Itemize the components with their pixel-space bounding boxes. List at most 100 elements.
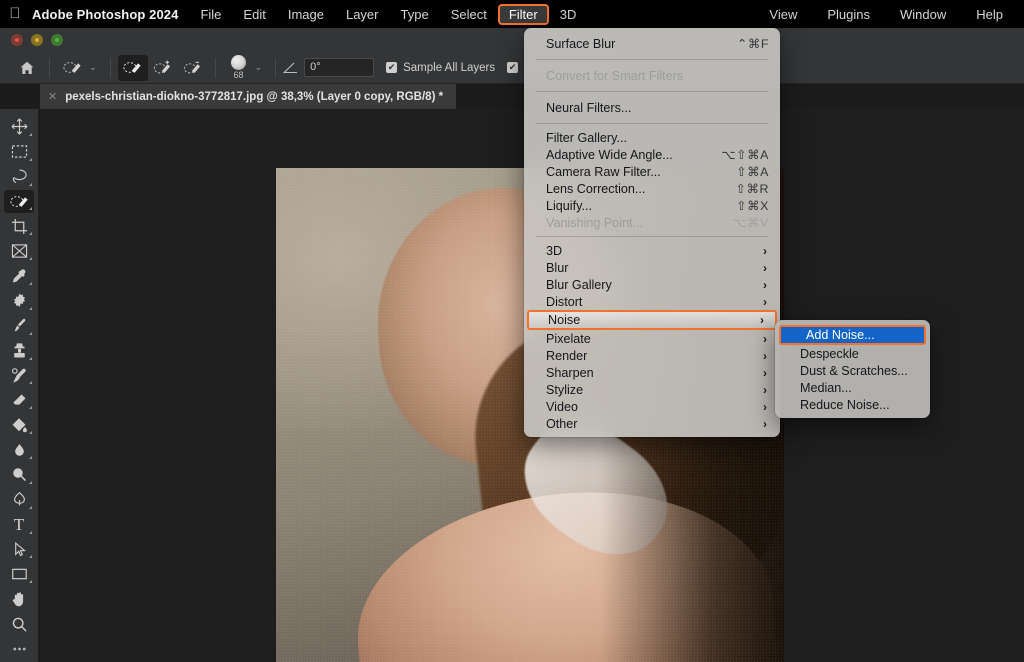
submenu-item-add-noise[interactable]: Add Noise... (779, 325, 926, 345)
photoshop-screen:  Adobe Photoshop 2024 File Edit Image L… (0, 0, 1024, 662)
menu-image[interactable]: Image (277, 4, 335, 25)
menu-filter[interactable]: Filter (498, 4, 549, 25)
menu-item-stylize[interactable]: Stylize› (524, 381, 780, 398)
menu-item-lens-correction[interactable]: Lens Correction...⇧⌘R (524, 180, 780, 197)
history-brush-tool[interactable] (4, 364, 34, 388)
menu-separator (536, 123, 768, 124)
selection-subtract-icon[interactable] (178, 55, 208, 81)
filter-dropdown-menu[interactable]: Surface Blur⌃⌘FConvert for Smart Filters… (524, 28, 780, 437)
selection-add-icon[interactable] (148, 55, 178, 81)
menubar-right-group: View Plugins Window Help (754, 4, 1024, 25)
document-tab[interactable]: ✕ pexels-christian-diokno-3772817.jpg @ … (40, 84, 456, 109)
menu-item-shortcut: ⌥⌘V (732, 215, 769, 230)
menu-item-surface-blur[interactable]: Surface Blur⌃⌘F (524, 33, 780, 54)
menu-item-video[interactable]: Video› (524, 398, 780, 415)
menu-edit[interactable]: Edit (232, 4, 276, 25)
menu-item-filter-gallery[interactable]: Filter Gallery... (524, 129, 780, 146)
pen-tool[interactable] (4, 488, 34, 512)
menu-item-distort[interactable]: Distort› (524, 293, 780, 310)
eyedropper-tool[interactable] (4, 264, 34, 288)
sample-all-layers-checkbox[interactable]: ✔ (386, 62, 397, 73)
window-zoom-button[interactable] (51, 34, 63, 46)
dodge-tool[interactable] (4, 463, 34, 487)
move-tool[interactable] (4, 115, 34, 139)
rectangle-tool[interactable] (4, 562, 34, 586)
menu-plugins[interactable]: Plugins (812, 4, 885, 25)
brush-size-control[interactable]: 68 (225, 55, 253, 80)
menu-file[interactable]: File (189, 4, 232, 25)
gradient-tool[interactable] (4, 413, 34, 437)
blur-tool[interactable] (4, 438, 34, 462)
chevron-right-icon: › (763, 400, 769, 414)
macos-menubar:  Adobe Photoshop 2024 File Edit Image L… (0, 0, 1024, 28)
type-tool[interactable]: T (4, 513, 34, 537)
menu-item-label: Liquify... (546, 199, 736, 213)
menu-item-label: Blur Gallery (546, 278, 763, 292)
crop-tool[interactable] (4, 214, 34, 238)
menu-item-label: Noise (548, 313, 760, 327)
lasso-tool[interactable] (4, 165, 34, 189)
menu-item-liquify[interactable]: Liquify...⇧⌘X (524, 197, 780, 214)
menu-item-other[interactable]: Other› (524, 415, 780, 432)
menubar-app-name[interactable]: Adobe Photoshop 2024 (30, 7, 189, 22)
menu-item-sharpen[interactable]: Sharpen› (524, 364, 780, 381)
submenu-item-label: Despeckle (800, 347, 919, 361)
menu-3d[interactable]: 3D (549, 4, 588, 25)
clone-stamp-tool[interactable] (4, 339, 34, 363)
options-separator-2 (110, 58, 111, 78)
edit-toolbar-tool[interactable] (4, 637, 34, 661)
menu-item-neural-filters[interactable]: Neural Filters... (524, 97, 780, 118)
zoom-tool[interactable] (4, 612, 34, 636)
menu-item-label: Video (546, 400, 763, 414)
options-separator-1 (49, 58, 50, 78)
menu-window[interactable]: Window (885, 4, 961, 25)
submenu-item-label: Reduce Noise... (800, 398, 919, 412)
menu-item-shortcut: ⌃⌘F (737, 36, 769, 51)
noise-submenu[interactable]: Add Noise... DespeckleDust & Scratches...… (775, 320, 930, 418)
hand-tool[interactable] (4, 587, 34, 611)
selection-new-icon[interactable] (118, 55, 148, 81)
brush-chevron-down-icon[interactable]: ⌄ (253, 62, 269, 73)
menu-item-shortcut: ⇧⌘X (736, 198, 769, 213)
menu-select[interactable]: Select (440, 4, 498, 25)
menu-item-adaptive-wide-angle[interactable]: Adaptive Wide Angle...⌥⇧⌘A (524, 146, 780, 163)
menu-help[interactable]: Help (961, 4, 1018, 25)
frame-tool[interactable] (4, 239, 34, 263)
submenu-item-despeckle[interactable]: Despeckle (775, 345, 930, 362)
sample-all-layers-label: Sample All Layers (403, 62, 495, 74)
chevron-right-icon: › (763, 295, 769, 309)
menu-layer[interactable]: Layer (335, 4, 390, 25)
sample-all-layers-control[interactable]: ✔ Sample All Layers (386, 62, 495, 74)
chevron-right-icon: › (763, 349, 769, 363)
path-selection-tool[interactable] (4, 538, 34, 562)
apple-logo-icon[interactable]:  (0, 6, 30, 23)
menu-item-render[interactable]: Render› (524, 347, 780, 364)
submenu-item-dust-scratches[interactable]: Dust & Scratches... (775, 362, 930, 379)
home-icon[interactable] (12, 55, 42, 81)
angle-input[interactable]: 0° (304, 58, 374, 77)
submenu-item-median[interactable]: Median... (775, 379, 930, 396)
quick-selection-preset-icon[interactable] (57, 55, 87, 81)
menu-type[interactable]: Type (390, 4, 440, 25)
spot-healing-brush-tool[interactable] (4, 289, 34, 313)
quick-selection-tool[interactable] (4, 190, 34, 214)
eraser-tool[interactable] (4, 388, 34, 412)
window-minimize-button[interactable] (31, 34, 43, 46)
brush-tool[interactable] (4, 314, 34, 338)
menu-item-pixelate[interactable]: Pixelate› (524, 330, 780, 347)
preset-chevron-down-icon[interactable]: ⌄ (87, 62, 103, 73)
menu-separator (536, 236, 768, 237)
close-icon[interactable]: ✕ (48, 90, 57, 103)
window-close-button[interactable] (11, 34, 23, 46)
menu-item-camera-raw-filter[interactable]: Camera Raw Filter...⇧⌘A (524, 163, 780, 180)
type-tool-glyph: T (14, 516, 24, 533)
options-bar: ⌄ (0, 52, 1024, 84)
submenu-item-reduce-noise[interactable]: Reduce Noise... (775, 396, 930, 413)
menu-item-blur[interactable]: Blur› (524, 259, 780, 276)
enhance-edge-checkbox[interactable]: ✔ (507, 62, 518, 73)
menu-item-noise[interactable]: Noise› (527, 310, 777, 330)
rectangular-marquee-tool[interactable] (4, 140, 34, 164)
menu-view[interactable]: View (754, 4, 812, 25)
menu-item-3d[interactable]: 3D› (524, 242, 780, 259)
menu-item-blur-gallery[interactable]: Blur Gallery› (524, 276, 780, 293)
